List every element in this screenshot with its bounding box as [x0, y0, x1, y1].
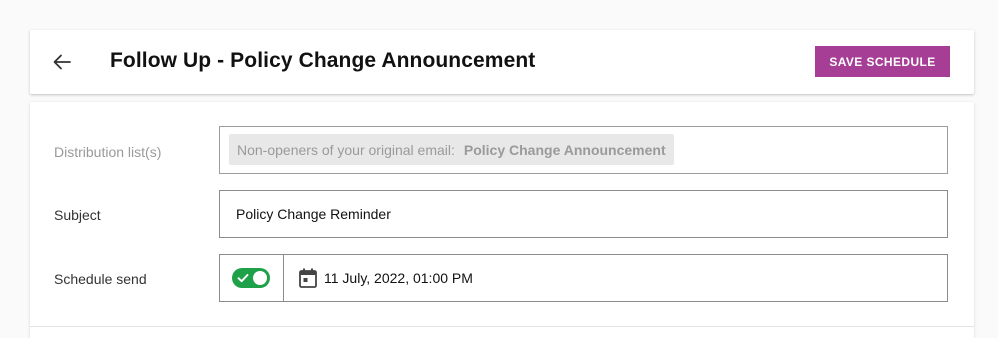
follow-up-schedule-page: Follow Up - Policy Change Announcement S…: [0, 0, 998, 338]
subject-field: [219, 190, 948, 238]
header-bar: Follow Up - Policy Change Announcement S…: [30, 30, 974, 94]
distribution-list-field: Non-openers of your original email: Poli…: [219, 126, 948, 174]
subject-input[interactable]: [220, 191, 947, 237]
arrow-left-icon: [53, 54, 71, 70]
schedule-send-toggle[interactable]: [232, 268, 270, 288]
save-schedule-button[interactable]: SAVE SCHEDULE: [815, 46, 950, 77]
schedule-date-value[interactable]: 11 July, 2022, 01:00 PM: [324, 270, 473, 286]
toggle-knob: [253, 271, 267, 285]
distribution-list-label: Distribution list(s): [54, 144, 162, 160]
distribution-chip-name: Policy Change Announcement: [463, 141, 666, 158]
form-divider: [30, 326, 974, 327]
calendar-icon[interactable]: [299, 268, 317, 288]
schedule-send-field: 11 July, 2022, 01:00 PM: [219, 254, 948, 302]
back-button[interactable]: [48, 48, 76, 76]
check-icon: [237, 274, 249, 283]
distribution-list-chip: Non-openers of your original email: Poli…: [229, 134, 674, 165]
page-title: Follow Up - Policy Change Announcement: [110, 49, 536, 72]
schedule-form: Distribution list(s) Non-openers of your…: [30, 102, 974, 338]
distribution-chip-prefix: Non-openers of your original email:: [237, 141, 455, 158]
schedule-toggle-area: [220, 255, 284, 301]
schedule-send-label: Schedule send: [54, 271, 147, 287]
subject-label: Subject: [54, 207, 101, 223]
